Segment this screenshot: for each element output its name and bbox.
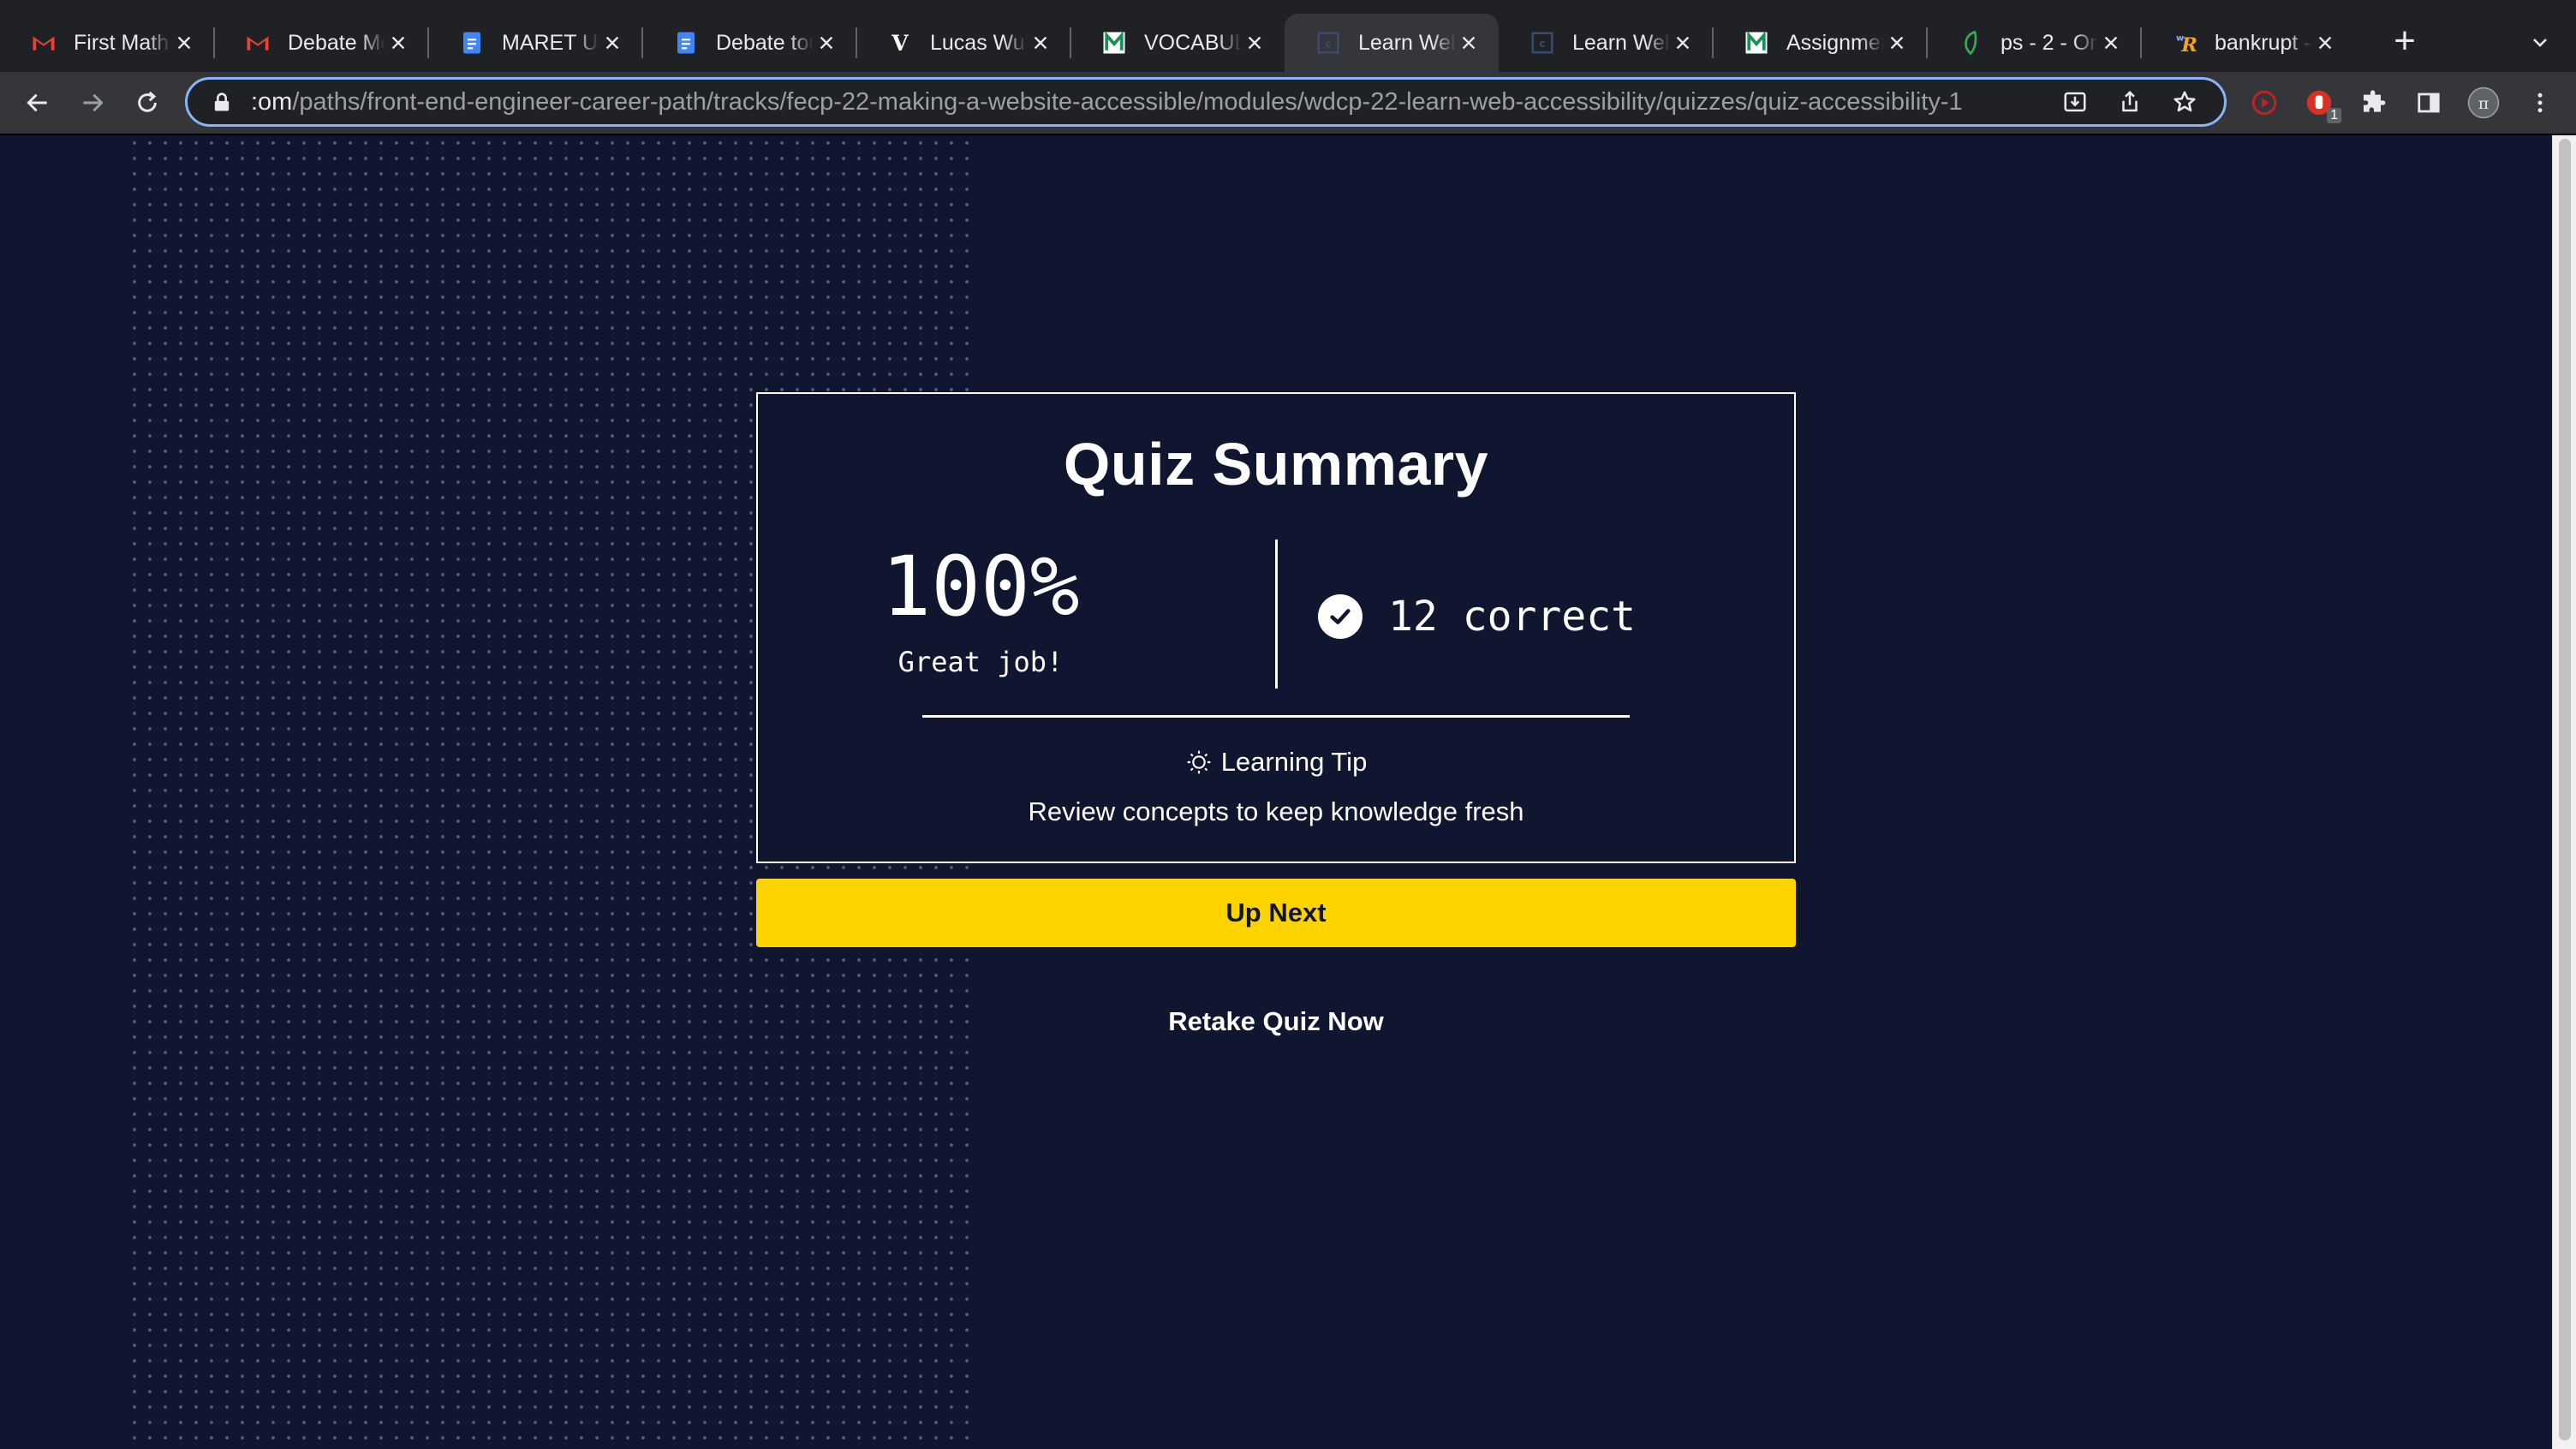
browser-menu-button[interactable] xyxy=(2521,84,2559,122)
browser-tab[interactable]: ps - 2 - Or xyxy=(1927,14,2141,72)
codecademy-icon: c xyxy=(1530,30,1555,56)
leaf-icon xyxy=(1958,30,1983,56)
svg-text:R: R xyxy=(2180,34,2197,56)
browser-tab[interactable]: VOCABUL/ xyxy=(1070,14,1285,72)
r-icon: wR xyxy=(2172,30,2197,57)
svg-text:c: c xyxy=(1325,37,1331,50)
correct-count: 12 correct xyxy=(1318,593,1636,641)
lock-icon xyxy=(214,92,230,111)
forward-button[interactable] xyxy=(74,84,111,122)
tab-title: MARET UP xyxy=(502,30,599,55)
close-icon[interactable] xyxy=(171,30,197,56)
close-icon[interactable] xyxy=(1456,30,1482,56)
url-host: :om xyxy=(251,87,293,116)
m-icon xyxy=(1744,30,1769,56)
tab-title: Learn Web xyxy=(1358,30,1456,55)
browser-toolbar: :om/paths/front-end-engineer-career-path… xyxy=(0,72,2576,135)
close-icon[interactable] xyxy=(1670,30,1696,56)
url-text[interactable]: :om/paths/front-end-engineer-career-path… xyxy=(251,88,2042,116)
svg-text:c: c xyxy=(1539,37,1545,50)
browser-tab[interactable]: Debate Me xyxy=(214,14,428,72)
m-icon xyxy=(1101,30,1127,56)
tab-title: bankrupt - xyxy=(2215,30,2311,55)
new-tab-button[interactable]: + xyxy=(2388,22,2422,60)
bookmark-star-icon[interactable] xyxy=(2166,83,2203,121)
tab-title: Lucas Wu' xyxy=(930,30,1028,55)
tab-title: Assignmen xyxy=(1786,30,1884,55)
browser-tab[interactable]: c Learn Web xyxy=(1285,14,1499,72)
check-circle-icon xyxy=(1318,594,1363,639)
scrollbar-thumb[interactable] xyxy=(2559,139,2571,1440)
arrow-left-icon xyxy=(27,93,47,112)
browser-tab-strip: First Math Debate Me MARET UP Debate tou V Lu… xyxy=(0,0,2576,72)
close-icon[interactable] xyxy=(2312,30,2338,56)
gmail-icon xyxy=(245,30,271,56)
close-icon[interactable] xyxy=(385,30,411,56)
browser-tab[interactable]: V Lucas Wu' xyxy=(856,14,1070,72)
address-bar[interactable]: :om/paths/front-end-engineer-career-path… xyxy=(185,77,2227,127)
tab-title: Debate Me xyxy=(288,30,385,55)
vertical-divider xyxy=(1275,540,1278,689)
extension-record-button[interactable] xyxy=(2245,84,2283,122)
learning-tip-title: Learning Tip xyxy=(1220,747,1368,777)
score-percentage: 100% xyxy=(881,539,1080,635)
puzzle-icon xyxy=(2364,90,2386,112)
google-docs-icon xyxy=(673,30,699,56)
retake-quiz-link[interactable]: Retake Quiz Now xyxy=(1105,1000,1447,1043)
tab-search-button[interactable] xyxy=(2523,26,2557,60)
score-caption: Great job! xyxy=(897,646,1064,678)
quiz-summary-page: Quiz Summary 100% Great job! 12 correct … xyxy=(0,135,2552,1449)
side-panel-icon xyxy=(2418,92,2440,113)
browser-tab[interactable]: First Math xyxy=(0,14,214,72)
browser-tab[interactable]: c Learn Web xyxy=(1499,14,1713,72)
page-title: Quiz Summary xyxy=(1063,431,1489,498)
browser-tab[interactable]: MARET UP xyxy=(428,14,642,72)
arrow-right-icon xyxy=(83,93,104,112)
share-icon[interactable] xyxy=(2111,83,2149,121)
page-scrollbar[interactable] xyxy=(2552,135,2576,1449)
close-icon[interactable] xyxy=(1242,30,1267,56)
close-icon[interactable] xyxy=(1884,30,1910,56)
quiz-summary-card: Quiz Summary 100% Great job! 12 correct … xyxy=(756,392,1796,863)
v-icon: V xyxy=(887,30,913,56)
correct-count-label: 12 correct xyxy=(1388,593,1636,641)
avatar: π xyxy=(2467,86,2500,119)
more-vertical-icon xyxy=(2537,92,2543,113)
side-panel-button[interactable] xyxy=(2410,84,2448,122)
browser-tab[interactable]: w R bankrupt - xyxy=(2141,14,2355,72)
codecademy-icon: c xyxy=(1315,30,1341,56)
lightbulb-icon xyxy=(1187,750,1211,774)
score-block: 100% Great job! xyxy=(826,540,1135,678)
close-icon[interactable] xyxy=(2098,30,2124,56)
svg-text:π: π xyxy=(2478,94,2490,113)
close-icon[interactable] xyxy=(599,30,625,56)
record-icon xyxy=(2251,90,2277,116)
install-app-icon[interactable] xyxy=(2056,83,2094,121)
tab-title: Learn Web xyxy=(1572,30,1670,55)
back-button[interactable] xyxy=(19,84,57,122)
reload-icon xyxy=(138,91,157,112)
tab-title: First Math xyxy=(74,30,170,55)
learning-tip-heading: Learning Tip xyxy=(758,747,1794,778)
learning-tip-text: Review concepts to keep knowledge fresh xyxy=(1028,796,1524,826)
url-path: /paths/front-end-engineer-career-path/tr… xyxy=(292,87,1963,116)
close-icon[interactable] xyxy=(814,30,839,56)
close-icon[interactable] xyxy=(1028,30,1053,56)
extension-badge: 1 xyxy=(2327,108,2341,123)
chevron-down-icon xyxy=(2533,39,2547,47)
browser-tab[interactable]: Assignmen xyxy=(1713,14,1927,72)
up-next-button[interactable]: Up Next xyxy=(756,879,1796,947)
profile-button[interactable]: π xyxy=(2465,84,2502,122)
tab-title: Debate tou xyxy=(716,30,814,55)
extension-blocker-button[interactable]: 1 xyxy=(2300,84,2341,123)
reload-button[interactable] xyxy=(128,84,166,122)
tab-title: ps - 2 - Or xyxy=(2001,30,2097,55)
tab-title: VOCABUL/ xyxy=(1144,30,1242,55)
extensions-button[interactable] xyxy=(2355,84,2393,122)
google-docs-icon xyxy=(459,30,485,56)
horizontal-divider xyxy=(922,715,1630,718)
browser-tab[interactable]: Debate tou xyxy=(642,14,856,72)
svg-text:V: V xyxy=(891,31,909,56)
gmail-icon xyxy=(31,30,57,56)
